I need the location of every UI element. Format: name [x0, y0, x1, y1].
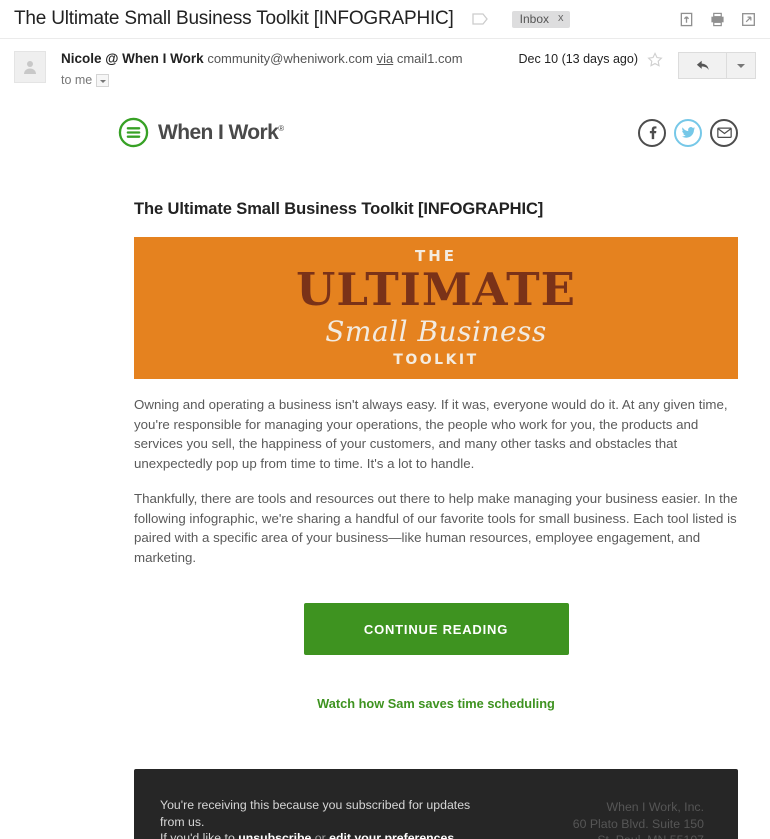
sender-row: Nicole @ When I Work community@wheniwork… — [0, 39, 770, 93]
brand-name-wrap: When I Work® — [158, 120, 284, 145]
print-icon[interactable] — [710, 12, 725, 27]
avatar — [14, 51, 46, 83]
footer-note-line-2: from us. — [160, 814, 205, 829]
person-avatar-icon — [24, 61, 36, 74]
open-in-new-window-icon[interactable] — [741, 12, 756, 27]
reply-button-group — [678, 52, 756, 79]
twitter-icon — [681, 127, 695, 138]
email-link[interactable] — [710, 118, 738, 147]
email-icon — [716, 127, 732, 138]
recipient-details-chevron-down-icon[interactable] — [96, 73, 110, 87]
sender-line: Nicole @ When I Work community@wheniwork… — [61, 50, 463, 67]
body-paragraph-2: Thankfully, there are tools and resource… — [134, 491, 738, 565]
when-i-work-logo-icon — [118, 117, 149, 148]
social-links — [638, 118, 738, 147]
registered-mark: ® — [278, 123, 284, 133]
inbox-label-text: Inbox — [519, 11, 550, 26]
remove-label-icon[interactable]: x — [558, 13, 564, 24]
mail-header-bar: The Ultimate Small Business Toolkit [INF… — [0, 0, 770, 39]
inbox-label-chip[interactable]: Inbox x — [511, 10, 570, 28]
body-paragraph-1: Owning and operating a business isn't al… — [134, 397, 728, 471]
unsubscribe-link[interactable]: unsubscribe — [238, 831, 311, 839]
via-label[interactable]: via — [377, 51, 394, 66]
hero-line-ultimate: ULTIMATE — [296, 262, 576, 316]
watch-link-container: Watch how Sam saves time scheduling — [134, 695, 738, 713]
email-body: When I Work® The Ultimate Small Business… — [0, 93, 770, 839]
email-brand-row: When I Work® — [118, 93, 738, 148]
brand-name: When I Work — [158, 120, 279, 144]
article-title: The Ultimate Small Business Toolkit [INF… — [134, 200, 544, 218]
footer-address-line-1: 60 Plato Blvd. Suite 150 — [572, 816, 704, 831]
footer-note-prefix: If you'd like to — [160, 831, 239, 839]
footer-note-or: or — [311, 831, 330, 839]
twitter-link[interactable] — [674, 118, 702, 147]
email-footer: You're receiving this because you subscr… — [134, 769, 738, 839]
footer-address-line-2: St. Paul, MN 55107 — [573, 832, 704, 839]
mail-header-actions — [679, 12, 756, 27]
page-title: The Ultimate Small Business Toolkit [INF… — [14, 8, 454, 29]
mail-date: Dec 10 (13 days ago) — [518, 52, 638, 66]
recipient-label: to me — [61, 73, 93, 87]
hero-line-small-business: Small Business — [325, 315, 547, 349]
sender-info: Nicole @ When I Work community@wheniwork… — [61, 49, 463, 87]
recipient-line[interactable]: to me — [61, 73, 463, 87]
facebook-link[interactable] — [638, 118, 666, 147]
brand-logo[interactable]: When I Work® — [118, 117, 284, 148]
watch-video-link[interactable]: Watch how Sam saves time scheduling — [317, 696, 555, 711]
footer-note-line-1: You're receiving this because you subscr… — [160, 798, 471, 812]
footer-subscription-note: You're receiving this because you subscr… — [160, 797, 573, 839]
email-content-column: The Ultimate Small Business Toolkit [INF… — [134, 200, 738, 839]
footer-company-name: When I Work, Inc. — [606, 800, 705, 814]
footer-left-column: You're receiving this because you subscr… — [160, 797, 573, 839]
cta-container: CONTINUE READING — [134, 603, 738, 655]
continue-reading-button[interactable]: CONTINUE READING — [303, 603, 569, 655]
sender-actions: Dec 10 (13 days ago) — [518, 49, 756, 87]
via-domain: cmail1.com — [396, 51, 463, 66]
label-outline-icon[interactable] — [472, 13, 488, 25]
sender-name[interactable]: Nicole @ When I Work — [61, 51, 204, 66]
edit-preferences-link[interactable]: edit your preferences, — [329, 831, 457, 839]
infographic-hero-banner[interactable]: THE ULTIMATE Small Business TOOLKIT — [134, 237, 738, 379]
facebook-icon — [649, 126, 656, 140]
hero-line-toolkit: TOOLKIT — [393, 352, 479, 369]
hero-line-the: THE — [414, 246, 458, 265]
sender-email: community@wheniwork.com — [207, 51, 373, 66]
more-actions-button[interactable] — [726, 52, 756, 79]
footer-address: When I Work, Inc. 60 Plato Blvd. Suite 1… — [573, 797, 704, 839]
reply-arrow-icon — [696, 60, 709, 70]
delete-icon[interactable] — [679, 12, 694, 27]
star-icon[interactable] — [647, 52, 663, 68]
reply-button[interactable] — [678, 52, 726, 79]
